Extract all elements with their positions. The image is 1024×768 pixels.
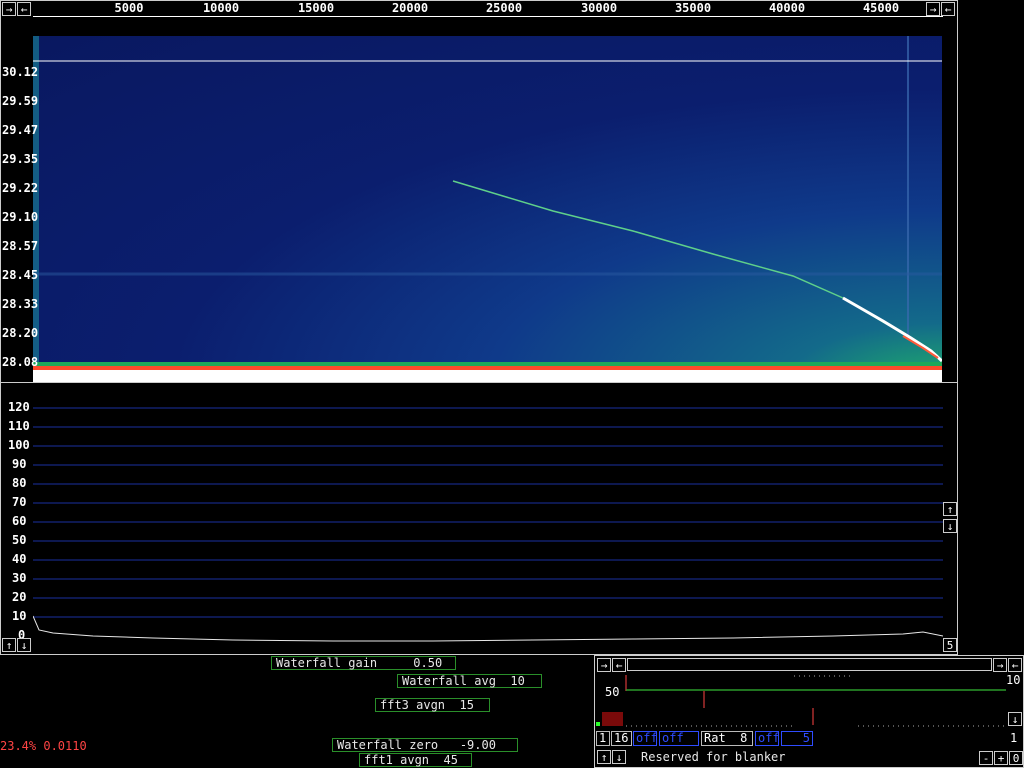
level-tick: 30 <box>12 571 27 585</box>
waterfall-avg-field[interactable]: Waterfall avg 10 <box>397 674 542 688</box>
blanker-right-top-value: 10 <box>1006 673 1021 687</box>
offset-down-button[interactable]: ↓ <box>17 638 31 652</box>
freq-tick: 25000 <box>485 1 523 15</box>
time-tick: 29.22 <box>2 181 39 195</box>
time-tick: 30.12 <box>2 65 39 79</box>
scale-up-button[interactable]: ↑ <box>943 502 957 516</box>
level-tick: 100 <box>8 438 30 452</box>
time-tick: 28.20 <box>2 326 39 340</box>
blanker-zero-button[interactable]: 0 <box>1009 751 1023 765</box>
level-tick: 50 <box>12 533 27 547</box>
level-tick: 80 <box>12 476 27 490</box>
time-tick: 28.33 <box>2 297 39 311</box>
blanker-off-toggle-3[interactable]: off <box>755 731 780 746</box>
waterfall-zero-field[interactable]: Waterfall zero -9.00 <box>332 738 518 752</box>
blanker-top-bar <box>627 658 992 671</box>
time-tick: 28.45 <box>2 268 39 282</box>
level-tick: 20 <box>12 590 27 604</box>
freq-tick: 5000 <box>114 1 144 15</box>
level-tick: 10 <box>12 609 27 623</box>
fft3-avgn-field[interactable]: fft3 avgn 15 <box>375 698 490 712</box>
freq-tick: 10000 <box>202 1 240 15</box>
spectrum-trace <box>33 615 943 642</box>
blanker-rat-field[interactable]: Rat 8 <box>701 731 753 746</box>
blanker-plus-button[interactable]: + <box>994 751 1008 765</box>
blanker-graph <box>596 675 1006 727</box>
blanker-right-button[interactable]: → <box>597 658 611 672</box>
time-tick: 29.35 <box>2 152 39 166</box>
reserved-label: Reserved for blanker <box>641 750 786 764</box>
freq-tick: 30000 <box>580 1 618 15</box>
time-tick: 29.59 <box>2 94 39 108</box>
blanker-minus-button[interactable]: - <box>979 751 993 765</box>
blanker-off-toggle-2[interactable]: off <box>659 731 699 746</box>
scroll-left-button-2[interactable]: ← <box>941 2 955 16</box>
freq-tick: 15000 <box>297 1 335 15</box>
fft1-avgn-field[interactable]: fft1 avgn 45 <box>359 753 472 767</box>
blanker-cell-16[interactable]: 16 <box>611 731 632 746</box>
level-tick: 70 <box>12 495 27 509</box>
freq-tick: 20000 <box>391 1 429 15</box>
blanker-left-button-2[interactable]: ← <box>1008 658 1022 672</box>
freq-tick: 45000 <box>862 1 900 15</box>
spectrum-corner-value[interactable]: 5 <box>943 638 957 652</box>
level-tick: 110 <box>8 419 30 433</box>
scroll-left-button[interactable]: ← <box>17 2 31 16</box>
level-tick: 40 <box>12 552 27 566</box>
blanker-left-button[interactable]: ← <box>612 658 626 672</box>
level-tick: 60 <box>12 514 27 528</box>
offset-up-button[interactable]: ↑ <box>2 638 16 652</box>
blanker-value-5[interactable]: 5 <box>781 731 813 746</box>
scale-down-button[interactable]: ↓ <box>943 519 957 533</box>
waterfall-traces <box>33 36 942 382</box>
level-tick: 120 <box>8 400 30 414</box>
waterfall-display[interactable] <box>33 36 942 382</box>
cpu-status: 23.4% 0.0110 <box>0 739 87 753</box>
blanker-up-button[interactable]: ↑ <box>597 750 611 764</box>
blanker-scroll-down[interactable]: ↓ <box>1008 712 1022 726</box>
scroll-right-button[interactable]: → <box>2 2 16 16</box>
blanker-right-button-2[interactable]: → <box>993 658 1007 672</box>
waterfall-gain-field[interactable]: Waterfall gain 0.50 <box>271 656 456 670</box>
freq-tick: 40000 <box>768 1 806 15</box>
blanker-cell-1[interactable]: 1 <box>596 731 610 746</box>
blanker-level-label: 50 <box>605 685 620 699</box>
spectrum-grid <box>33 407 943 642</box>
frequency-axis: 5000 10000 15000 20000 25000 30000 35000… <box>33 0 943 17</box>
blanker-off-toggle-1[interactable]: off <box>633 731 658 746</box>
time-tick: 29.10 <box>2 210 39 224</box>
time-tick: 28.08 <box>2 355 39 369</box>
blanker-right-bottom-value: 1 <box>1010 731 1018 745</box>
time-tick: 29.47 <box>2 123 39 137</box>
freq-tick: 35000 <box>674 1 712 15</box>
level-tick: 90 <box>12 457 27 471</box>
time-tick: 28.57 <box>2 239 39 253</box>
blanker-down-button[interactable]: ↓ <box>612 750 626 764</box>
